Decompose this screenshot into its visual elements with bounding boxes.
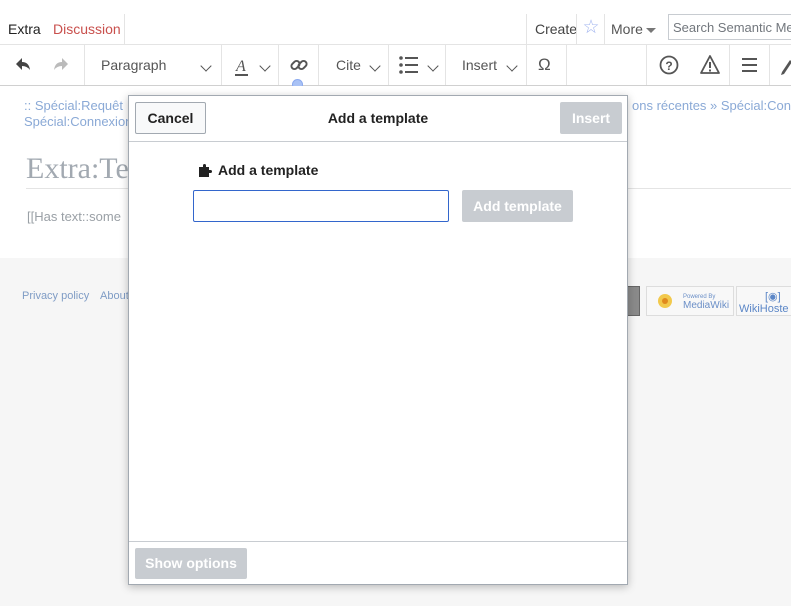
- page-tab-bar: Extra Discussion Create ☆ More Search Se…: [0, 0, 791, 46]
- svg-text:A: A: [235, 58, 246, 75]
- wikihoster-logo-icon: [◉] WikiHoste: [739, 291, 789, 315]
- chevron-down-icon: [369, 60, 381, 72]
- breadcrumb[interactable]: :: Spécial:Requêt: [24, 98, 123, 113]
- edit-mode-switch[interactable]: [770, 45, 791, 85]
- paragraph-label: Paragraph: [101, 57, 167, 73]
- page-options-menu[interactable]: [730, 45, 770, 85]
- paragraph-format-dropdown[interactable]: Paragraph: [85, 45, 222, 85]
- list-dropdown[interactable]: [389, 45, 446, 85]
- more-menu[interactable]: More: [607, 14, 667, 44]
- tab-divider: [576, 14, 577, 44]
- chevron-down-icon: [200, 60, 212, 72]
- watch-star-icon[interactable]: ☆: [579, 16, 603, 40]
- bullet-list-icon: [399, 45, 419, 85]
- search-input[interactable]: Search Semantic Me: [668, 14, 791, 40]
- tab-divider: [604, 14, 605, 44]
- svg-text:[◉]: [◉]: [765, 291, 781, 303]
- special-character-button[interactable]: Ω: [527, 45, 567, 85]
- insert-button[interactable]: Insert: [560, 102, 622, 134]
- tab-divider: [124, 14, 125, 44]
- show-options-button[interactable]: Show options: [135, 548, 247, 579]
- add-template-heading: Add a template: [218, 162, 319, 178]
- hamburger-menu-icon: [741, 45, 759, 85]
- toolbar-spacer: [567, 45, 647, 85]
- cancel-button[interactable]: Cancel: [135, 102, 206, 134]
- warning-button[interactable]: [690, 45, 730, 85]
- special-character-icon: Ω: [538, 55, 551, 74]
- chevron-down-icon: [645, 27, 656, 33]
- dialog-header: Add a template Cancel Insert: [129, 96, 627, 142]
- svg-text:?: ?: [665, 59, 672, 73]
- chevron-down-icon: [259, 60, 271, 72]
- chevron-down-icon: [427, 60, 439, 72]
- more-label: More: [611, 21, 643, 37]
- pencil-icon: [780, 45, 791, 85]
- help-icon: ?: [659, 45, 679, 85]
- cite-dropdown[interactable]: Cite: [319, 45, 389, 85]
- cite-label: Cite: [336, 57, 361, 73]
- privacy-policy-link[interactable]: Privacy policy: [22, 290, 89, 302]
- wikihoster-badge[interactable]: [◉] WikiHoste: [736, 286, 791, 316]
- svg-text:WikiHoste: WikiHoste: [739, 303, 789, 315]
- undo-icon[interactable]: [12, 45, 32, 85]
- add-template-dialog: Add a template Cancel Insert Add a templ…: [128, 95, 628, 585]
- mediawiki-badge[interactable]: Powered By MediaWiki: [646, 286, 734, 316]
- template-search-input[interactable]: [193, 190, 449, 222]
- insert-label: Insert: [462, 57, 498, 73]
- history-group: [0, 45, 85, 85]
- breadcrumb-right[interactable]: ons récentes » Spécial:Conn: [632, 98, 791, 113]
- text-style-icon: A: [234, 45, 250, 85]
- chevron-down-icon: [506, 60, 518, 72]
- add-template-button[interactable]: Add template: [462, 190, 573, 222]
- editor-toolbar: Paragraph A Cite Insert Ω ?: [0, 44, 791, 86]
- svg-text:MediaWiki: MediaWiki: [683, 300, 729, 311]
- puzzle-piece-icon: [199, 164, 212, 177]
- text-style-dropdown[interactable]: A: [222, 45, 279, 85]
- about-link[interactable]: About: [100, 290, 129, 302]
- insert-dropdown[interactable]: Insert: [446, 45, 527, 85]
- tab-discussion[interactable]: Discussion: [49, 14, 125, 44]
- help-button[interactable]: ?: [647, 45, 690, 85]
- breadcrumb-login[interactable]: Spécial:Connexion: [24, 114, 132, 129]
- page-title: Extra:Te: [26, 152, 129, 185]
- page-body-text: [[Has text::some: [27, 209, 121, 224]
- scrollbar-thumb[interactable]: [627, 286, 640, 316]
- redo-icon[interactable]: [52, 45, 72, 85]
- mediawiki-logo-icon: Powered By MediaWiki: [658, 294, 729, 311]
- tab-extra[interactable]: Extra: [4, 14, 45, 46]
- warning-icon: [699, 45, 721, 85]
- dialog-footer: Show options: [129, 541, 627, 585]
